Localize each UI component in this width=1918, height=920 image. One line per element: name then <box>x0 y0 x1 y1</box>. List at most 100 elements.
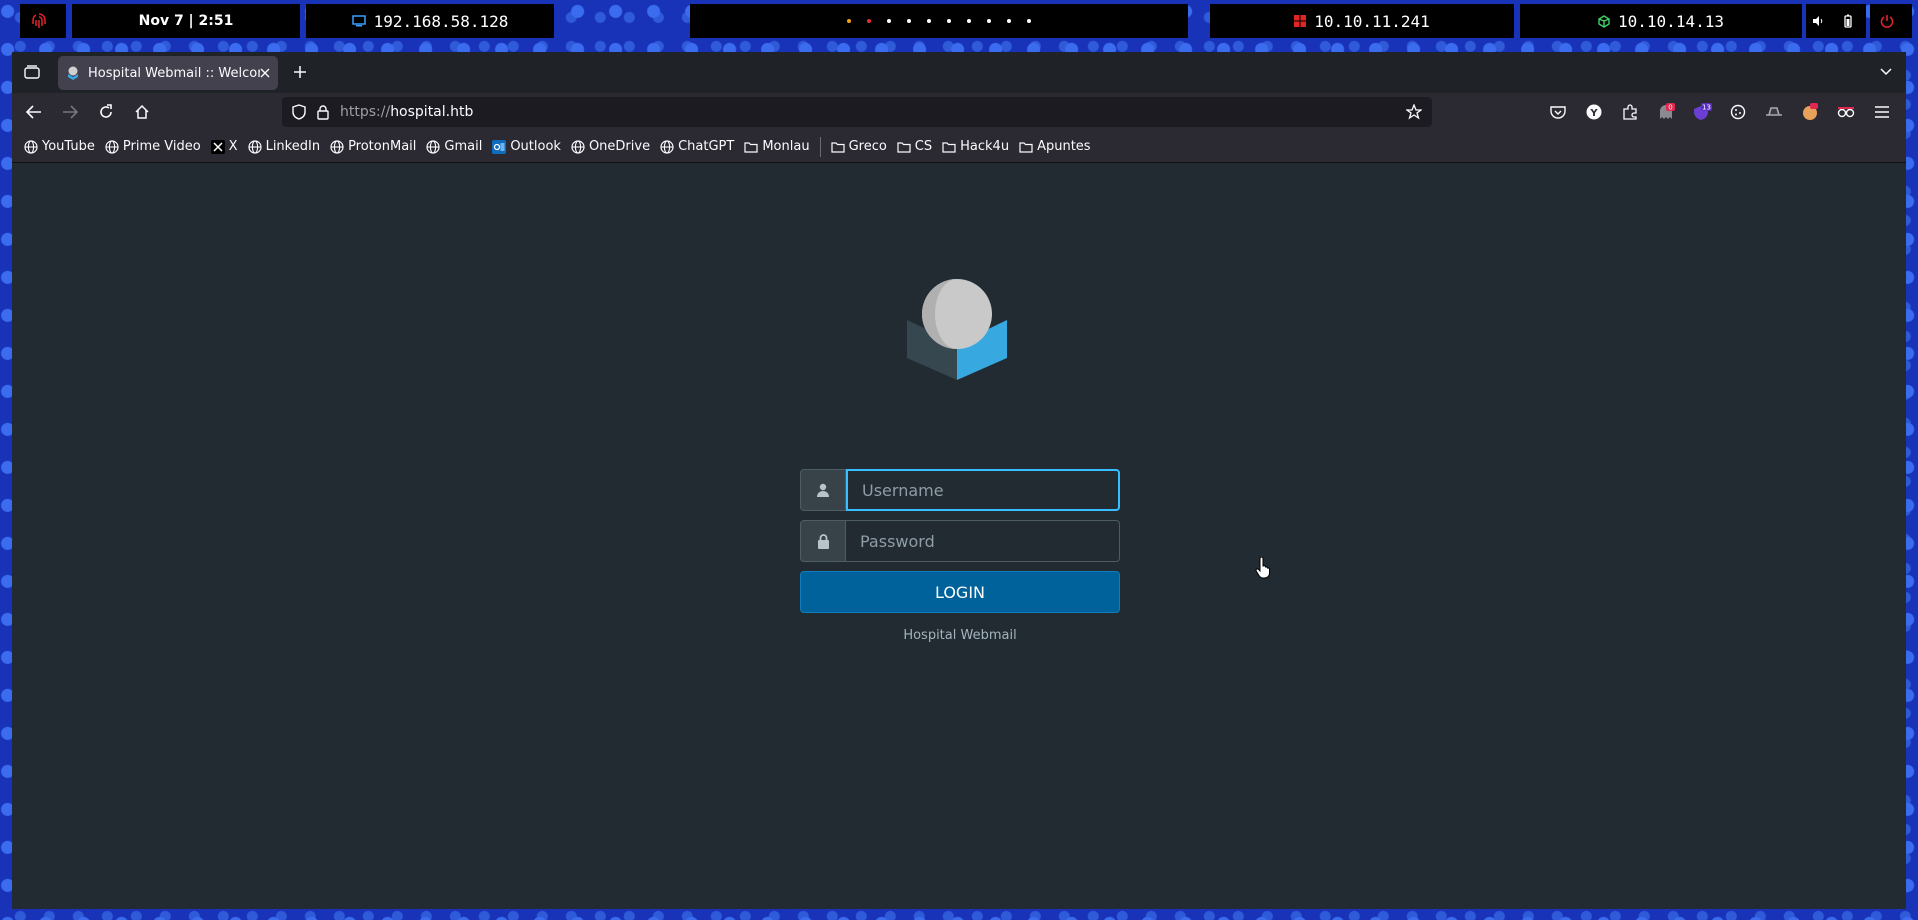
reload-button[interactable] <box>92 98 120 126</box>
pocket-button[interactable] <box>1544 98 1572 126</box>
yandex-extension-button[interactable]: Y <box>1580 98 1608 126</box>
folder-icon <box>897 141 911 153</box>
username-input[interactable] <box>846 469 1120 511</box>
webmail-page: LOGIN Hospital Webmail <box>12 164 1906 909</box>
clock: Nov 7 | 2:51 <box>72 4 300 38</box>
monitor-icon <box>351 15 366 27</box>
workspace-dot[interactable] <box>987 19 991 23</box>
glasses-extension-button[interactable] <box>1832 98 1860 126</box>
login-button[interactable]: LOGIN <box>800 571 1120 613</box>
bookmark-folder-hack4u[interactable]: Hack4u <box>942 139 1009 154</box>
bookmark-x[interactable]: X <box>210 139 238 154</box>
workspace-dot[interactable] <box>947 19 951 23</box>
workspace-dot[interactable] <box>887 19 891 23</box>
navigation-toolbar: https://hospital.htb Y 0 13 <box>12 93 1906 131</box>
local-ip-widget[interactable]: 192.168.58.128 <box>306 4 554 38</box>
hat-extension-button[interactable] <box>1760 98 1788 126</box>
bookmark-folder-apuntes[interactable]: Apuntes <box>1019 139 1091 154</box>
shield-icon[interactable] <box>292 104 306 120</box>
bookmark-chatgpt[interactable]: ChatGPT <box>660 139 734 154</box>
arrow-right-icon <box>63 105 78 119</box>
globe-icon <box>24 139 38 154</box>
list-all-tabs-button[interactable] <box>1872 58 1900 86</box>
globe-icon <box>426 139 440 154</box>
footer-text: Hospital Webmail <box>903 628 1017 643</box>
extensions-button[interactable] <box>1616 98 1644 126</box>
workspaces[interactable] <box>690 4 1188 38</box>
workspace-dot[interactable] <box>1027 19 1031 23</box>
bookmark-folder-cs[interactable]: CS <box>897 139 932 154</box>
cube-icon <box>1598 14 1610 28</box>
fingerprint-icon <box>32 13 46 28</box>
workspace-dot[interactable] <box>1007 19 1011 23</box>
workspace-dot[interactable] <box>907 19 911 23</box>
workspace-dot[interactable] <box>847 19 851 23</box>
home-icon <box>135 104 149 119</box>
bookmark-folder-greco[interactable]: Greco <box>830 139 887 154</box>
user-icon-addon <box>800 469 846 511</box>
notification-badge: 0 <box>1668 104 1672 112</box>
bookmark-linkedin[interactable]: LinkedIn <box>247 139 321 154</box>
bookmark-label: CS <box>914 139 933 154</box>
vpn-ip-widget[interactable]: 10.10.14.13 <box>1520 4 1802 38</box>
vpn-ip-text: 10.10.14.13 <box>1618 11 1724 31</box>
bookmark-prime-video[interactable]: Prime Video <box>105 139 201 154</box>
app-menu-button[interactable] <box>1868 98 1896 126</box>
forward-button[interactable] <box>56 98 84 126</box>
volume-icon[interactable] <box>1812 15 1824 27</box>
back-button[interactable] <box>20 98 48 126</box>
avatar-extension-button[interactable] <box>1796 98 1824 126</box>
folder-icon <box>830 141 845 153</box>
roundcube-favicon-icon <box>68 66 78 80</box>
outlook-icon <box>492 139 507 154</box>
globe-icon <box>330 139 344 154</box>
tab-hospital-webmail[interactable]: Hospital Webmail :: Welcome <box>58 56 278 90</box>
bookmark-label: Monlau <box>762 139 810 154</box>
url-bar[interactable]: https://hospital.htb <box>282 97 1432 127</box>
hand-cursor-icon <box>1255 557 1270 579</box>
new-tab-button[interactable] <box>286 58 314 86</box>
target-ip-widget[interactable]: 10.10.11.241 <box>1210 4 1514 38</box>
bookmark-label: X <box>228 139 238 154</box>
tab-overview-button[interactable] <box>18 58 46 86</box>
purple-extension-button[interactable]: 13 <box>1688 98 1716 126</box>
tabs-list-icon <box>24 65 40 79</box>
desktop-top-bar: Nov 7 | 2:51 192.168.58.128 10.10.11.241… <box>0 0 1918 42</box>
notification-extension-button[interactable]: 0 <box>1652 98 1680 126</box>
battery-icon[interactable] <box>1844 14 1852 28</box>
reload-icon <box>100 104 112 118</box>
fingerprint-menu[interactable] <box>20 4 66 38</box>
plus-icon <box>294 66 306 78</box>
bookmark-label: ChatGPT <box>678 139 735 154</box>
star-icon[interactable] <box>1406 104 1422 120</box>
lock-icon[interactable] <box>316 104 330 120</box>
bookmark-monlau[interactable]: Monlau <box>744 139 810 154</box>
bookmark-protonmail[interactable]: ProtonMail <box>330 139 416 154</box>
puzzle-icon <box>1623 104 1637 120</box>
home-button[interactable] <box>128 98 156 126</box>
folder-icon <box>942 141 956 153</box>
bookmark-onedrive[interactable]: OneDrive <box>571 139 650 154</box>
bookmark-label: Greco <box>848 139 887 154</box>
bookmark-label: OneDrive <box>588 139 651 154</box>
bookmark-outlook[interactable]: Outlook <box>492 139 561 154</box>
workspace-dot[interactable] <box>867 19 871 23</box>
power-button[interactable] <box>1870 4 1912 38</box>
local-ip-text: 192.168.58.128 <box>373 11 509 31</box>
bookmark-youtube[interactable]: YouTube <box>24 139 95 154</box>
lock-icon-addon <box>800 520 846 562</box>
bookmark-label: LinkedIn <box>265 139 321 154</box>
username-field <box>800 469 1120 511</box>
bookmark-label: Prime Video <box>122 139 201 154</box>
workspace-dot[interactable] <box>927 19 931 23</box>
lock-icon <box>817 533 829 549</box>
folder-icon <box>1019 141 1033 153</box>
password-input[interactable] <box>846 520 1120 562</box>
bookmark-gmail[interactable]: Gmail <box>426 139 482 154</box>
cookie-extension-button[interactable] <box>1724 98 1752 126</box>
glasses-icon <box>1837 107 1855 118</box>
workspace-dot[interactable] <box>967 19 971 23</box>
y-circle-icon: Y <box>1586 104 1602 120</box>
close-icon[interactable] <box>260 68 270 78</box>
extension-badge: 13 <box>1702 104 1711 112</box>
